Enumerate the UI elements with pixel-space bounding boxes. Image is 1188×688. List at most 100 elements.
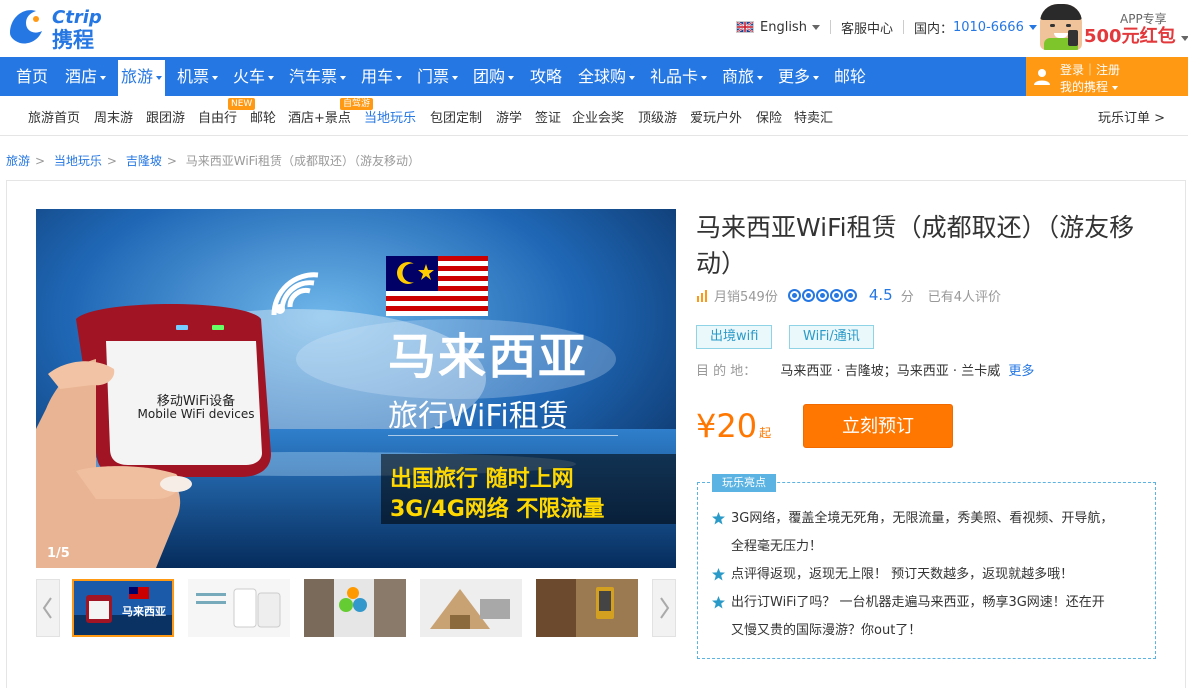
product-stats: 月销549份 4.5 分 已有4人评价 [696, 286, 1001, 305]
main-nav: 首页 酒店 旅游 机票 火车 汽车票 用车 门票 团购 攻略 全球购 礼品卡 商… [0, 57, 1188, 96]
star-icon [712, 512, 725, 525]
language-selector[interactable]: English [760, 20, 807, 35]
thumbnail-3[interactable] [304, 579, 406, 637]
rating-circle-icon [815, 288, 829, 302]
hero-image[interactable]: 移动WiFi设备 Mobile WiFi devices 马来西亚 旅行WiFi… [36, 209, 676, 568]
top-bar: Ctrip 携程 English 客服中心 国内： 1010-6666 APP专… [0, 0, 1188, 57]
chevron-down-icon [813, 75, 820, 80]
breadcrumb: 旅游 > 当地玩乐 > 吉隆坡 > 马来西亚WiFi租赁（成都取还）（游友移动） [6, 154, 421, 168]
nav-item-more[interactable]: 更多 [778, 57, 820, 96]
subnav-travel-home[interactable]: 旅游首页 [28, 107, 80, 126]
slide-counter: 1/5 [47, 546, 70, 561]
bar-chart-icon [696, 288, 710, 302]
price-value: ¥20 [696, 407, 758, 445]
destination: 目 的 地： 马来西亚 · 吉隆坡；马来西亚 · 兰卡威 更多 [696, 360, 1034, 379]
chevron-down-icon [340, 75, 347, 80]
hero-line1: 出国旅行 随时上网 [390, 467, 574, 492]
highlight-line: 3G网络，覆盖全境无死角，无限流量，秀美照、看视频、开导航， [731, 511, 1114, 526]
rating-circles [787, 288, 858, 302]
nav-item-giftcard[interactable]: 礼品卡 [650, 57, 708, 96]
chevron-down-icon [1112, 85, 1119, 90]
prev-arrow[interactable] [36, 579, 60, 637]
thumbnail-5[interactable] [536, 579, 638, 637]
highlights-label: 玩乐亮点 [712, 474, 776, 492]
chevron-down-icon [212, 75, 219, 80]
promo-money: 500元红包 [1084, 26, 1176, 47]
phone-label: 国内： [913, 21, 953, 37]
nav-item-travel[interactable]: 旅游 [118, 60, 166, 96]
highlight-line: 出行订WiFi了吗？ 一台机器走遍马来西亚，畅享3G网速！还在开 [731, 595, 1105, 610]
price: ¥20 起 [696, 406, 771, 453]
breadcrumb-link[interactable]: 吉隆坡 [126, 154, 162, 168]
highlight-line: 又慢又贵的国际漫游？你out了！ [731, 623, 922, 638]
thumbnail-1[interactable]: 马来西亚 [72, 579, 174, 637]
divider [829, 20, 831, 34]
next-arrow[interactable] [652, 579, 676, 637]
divider [902, 20, 904, 34]
subnav-outdoor[interactable]: 爱玩户外 [690, 107, 742, 126]
subnav-visa[interactable]: 签证 [535, 107, 561, 126]
subnav-luxury[interactable]: 顶级游 [638, 107, 677, 126]
customer-service-link[interactable]: 客服中心 [841, 18, 893, 37]
nav-item-guides[interactable]: 攻略 [530, 57, 562, 96]
star-icon [712, 568, 725, 581]
tag-wifi-communication[interactable]: WiFi/通讯 [789, 325, 874, 349]
svg-text:Ctrip: Ctrip [52, 7, 102, 28]
nav-item-home[interactable]: 首页 [16, 57, 48, 96]
destination-label: 目 的 地： [696, 364, 757, 379]
ctrip-logo[interactable]: Ctrip 携程 [6, 3, 126, 52]
destination-more-link[interactable]: 更多 [1008, 364, 1034, 379]
product-title: 马来西亚WiFi租赁（成都取还）（游友移动） [696, 213, 1135, 278]
rating-circle-icon [801, 288, 815, 302]
hero-line2: 3G/4G网络 不限流量 [390, 497, 605, 522]
tag-outbound-wifi[interactable]: 出境wifi [696, 325, 773, 349]
rating-circle-icon [829, 288, 843, 302]
nav-item-bus[interactable]: 汽车票 [289, 57, 347, 96]
star-icon [712, 596, 725, 609]
nav-item-train[interactable]: 火车 [233, 57, 275, 96]
login-register-link[interactable]: 登录｜注册 [1060, 61, 1120, 78]
phone-number[interactable]: 1010-6666 [953, 20, 1024, 35]
chevron-down-icon [100, 75, 107, 80]
subnav-custom-group[interactable]: 包团定制 [430, 107, 482, 126]
phone-icon [1068, 30, 1078, 46]
fun-orders-link[interactable]: 玩乐订单 > [1098, 107, 1165, 126]
nav-item-global-shop[interactable]: 全球购 [578, 57, 636, 96]
sub-nav: 旅游首页 周末游 跟团游 自由行 NEW 邮轮 酒店+景点 自驾游 当地玩乐 包… [0, 96, 1188, 136]
nav-item-groupbuy[interactable]: 团购 [473, 57, 515, 96]
monthly-sales: 月销549份 [714, 289, 778, 305]
login-box[interactable]: 登录｜注册 我的携程 [1026, 57, 1188, 96]
nav-item-business[interactable]: 商旅 [722, 57, 764, 96]
my-ctrip-link[interactable]: 我的携程 [1060, 78, 1119, 95]
thumbnail-4[interactable] [420, 579, 522, 637]
nav-item-cruise[interactable]: 邮轮 [834, 57, 866, 96]
destination-value: 马来西亚 · 吉隆坡；马来西亚 · 兰卡威 [780, 364, 1001, 379]
svg-text:携程: 携程 [52, 28, 94, 51]
subnav-study-tour[interactable]: 游学 [496, 107, 522, 126]
subnav-flash-sale[interactable]: 特卖汇 [794, 107, 833, 126]
uk-flag-icon [736, 21, 754, 33]
thumbnail-2[interactable] [188, 579, 290, 637]
subnav-corporate[interactable]: 企业会奖 [572, 107, 624, 126]
nav-item-hotel[interactable]: 酒店 [65, 57, 107, 96]
subnav-group-tour[interactable]: 跟团游 [146, 107, 185, 126]
top-links: English 客服中心 国内： 1010-6666 [736, 17, 1037, 37]
subnav-cruise[interactable]: 邮轮 [250, 107, 276, 126]
subnav-weekend[interactable]: 周末游 [94, 107, 133, 126]
nav-item-tickets[interactable]: 门票 [417, 57, 459, 96]
breadcrumb-link[interactable]: 旅游 [6, 154, 30, 168]
rating-circle-half-icon [843, 288, 857, 302]
chevron-right-icon [660, 597, 670, 619]
price-unit: 起 [759, 426, 772, 440]
app-promo-banner[interactable]: APP专享 500元红包 [1040, 4, 1188, 54]
nav-item-flights[interactable]: 机票 [177, 57, 219, 96]
subnav-local-fun[interactable]: 当地玩乐 [364, 107, 416, 126]
device-label-en: Mobile WiFi devices [137, 407, 255, 421]
breadcrumb-link[interactable]: 当地玩乐 [54, 154, 102, 168]
book-now-button[interactable]: 立刻预订 [803, 404, 953, 448]
nav-item-car[interactable]: 用车 [361, 57, 403, 96]
subnav-insurance[interactable]: 保险 [756, 107, 782, 126]
rating-score: 4.5 [868, 286, 893, 304]
chevron-down-icon [629, 75, 636, 80]
review-count[interactable]: 已有4人评价 [928, 286, 1001, 305]
